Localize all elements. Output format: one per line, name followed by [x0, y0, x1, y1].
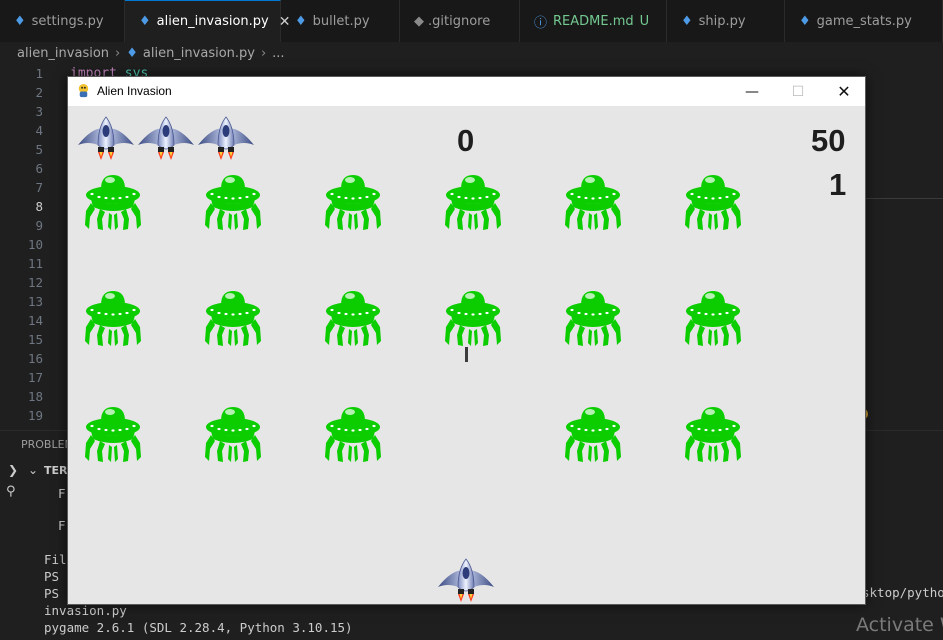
tab-label: settings.py	[31, 13, 104, 29]
terminal-line: F	[58, 518, 66, 533]
game-canvas[interactable]: 0 50 1	[68, 106, 865, 604]
git-status-badge: U	[639, 13, 650, 29]
alien-sprite	[563, 405, 623, 463]
alien-sprite	[323, 405, 383, 463]
line-number: 1	[35, 66, 43, 81]
alien-sprite	[323, 173, 383, 231]
alien-sprite	[323, 289, 383, 347]
breadcrumb: alien_invasion › ♦ alien_invasion.py › .…	[0, 42, 943, 64]
alien-sprite	[683, 405, 743, 463]
alien-sprite	[203, 289, 263, 347]
python-icon: ♦	[295, 13, 307, 29]
terminal-line: invasion.py	[44, 603, 127, 618]
line-number: 8	[35, 199, 43, 214]
python-icon: ♦	[126, 45, 138, 61]
line-number: 7	[35, 180, 43, 195]
python-icon: ♦	[681, 13, 693, 29]
terminal-line: F	[58, 486, 66, 501]
alien-sprite	[683, 289, 743, 347]
python-icon: ♦	[139, 14, 151, 29]
info-icon: ⓘ	[534, 15, 548, 31]
tab-gitignore[interactable]: ◆ .gitignore	[400, 0, 520, 42]
chevron-right-icon: ›	[115, 45, 121, 61]
terminal-line: PS	[44, 569, 60, 584]
line-number: 11	[27, 256, 43, 271]
line-number: 15	[27, 332, 43, 347]
debug-icon[interactable]: ⚲	[6, 484, 16, 499]
line-number: 2	[35, 85, 43, 100]
tab-readme-md[interactable]: ⓘ README.md U	[520, 0, 667, 42]
tab-settings-py[interactable]: ♦ settings.py	[0, 0, 125, 42]
tab-label: .gitignore	[428, 13, 491, 29]
window-title: Alien Invasion	[97, 84, 172, 98]
terminal-line: Fil	[44, 552, 67, 567]
tab-alien-invasion-py[interactable]: ♦ alien_invasion.py ✕	[125, 0, 290, 42]
line-number: 18	[27, 389, 43, 404]
alien-sprite	[203, 405, 263, 463]
line-number: 17	[27, 370, 43, 385]
alien-sprite	[443, 289, 503, 347]
alien-sprite	[563, 289, 623, 347]
score-display: 0	[457, 123, 475, 158]
alien-sprite	[83, 173, 143, 231]
line-number: 14	[27, 313, 43, 328]
line-number: 4	[35, 123, 43, 138]
remaining-ship-icon	[76, 115, 136, 163]
window-titlebar[interactable]: Alien Invasion — ☐ ✕	[68, 77, 865, 106]
tab-label: alien_invasion.py	[156, 14, 269, 29]
tab-label: README.md	[553, 13, 634, 29]
close-button[interactable]: ✕	[821, 77, 867, 106]
bullet	[465, 347, 468, 362]
tab-label: ship.py	[698, 13, 746, 29]
alien-sprite	[83, 405, 143, 463]
terminal-line: pygame 2.6.1 (SDL 2.28.4, Python 3.10.15…	[44, 620, 353, 635]
tab-game-stats-py[interactable]: ♦ game_stats.py	[785, 0, 943, 42]
chevron-down-icon[interactable]: ⌄	[28, 463, 38, 477]
line-number: 9	[35, 218, 43, 233]
tab-bullet-py[interactable]: ♦ bullet.py	[281, 0, 400, 42]
tab-label: game_stats.py	[816, 13, 912, 29]
line-number: 5	[35, 142, 43, 157]
line-number: 3	[35, 104, 43, 119]
terminal-line: PS	[44, 586, 60, 601]
alien-sprite	[443, 173, 503, 231]
line-number: 10	[27, 237, 43, 252]
line-number: 19	[27, 408, 43, 423]
alien-sprite	[683, 173, 743, 231]
player-ship	[436, 557, 496, 605]
breadcrumb-file[interactable]: alien_invasion.py	[143, 46, 255, 61]
line-number: 6	[35, 161, 43, 176]
remaining-ship-icon	[136, 115, 196, 163]
level-display: 1	[829, 167, 847, 202]
chevron-right-icon[interactable]: ❯	[8, 463, 18, 477]
breadcrumb-more[interactable]: ...	[272, 46, 284, 61]
activate-windows-watermark: Activate W	[856, 614, 943, 636]
line-number: 16	[27, 351, 43, 366]
alien-sprite	[203, 173, 263, 231]
terminal-line-tail: sktop/pytho	[862, 585, 943, 600]
game-window[interactable]: Alien Invasion — ☐ ✕ 0 50 1	[67, 76, 866, 605]
pygame-snake-icon	[78, 83, 89, 98]
editor-tab-bar: ♦ settings.py ♦ alien_invasion.py ✕ ♦ bu…	[0, 0, 943, 43]
git-icon: ◆	[414, 13, 424, 29]
editor-divider	[866, 198, 943, 199]
tab-ship-py[interactable]: ♦ ship.py	[667, 0, 785, 42]
alien-sprite	[83, 289, 143, 347]
alien-sprite	[563, 173, 623, 231]
tab-label: bullet.py	[312, 13, 370, 29]
minimize-button[interactable]: —	[729, 77, 775, 106]
line-number: 12	[27, 275, 43, 290]
maximize-button[interactable]: ☐	[775, 77, 821, 106]
high-score-display: 50	[811, 123, 846, 158]
python-icon: ♦	[14, 13, 26, 29]
remaining-ship-icon	[196, 115, 256, 163]
breadcrumb-folder[interactable]: alien_invasion	[17, 46, 109, 61]
chevron-right-icon: ›	[260, 45, 267, 61]
line-number: 13	[27, 294, 43, 309]
line-number-gutter: 1 2 3 4 5 6 7 8 9 10 11 12 13 14 15 16 17 18 19	[0, 64, 46, 426]
python-icon: ♦	[799, 13, 811, 29]
